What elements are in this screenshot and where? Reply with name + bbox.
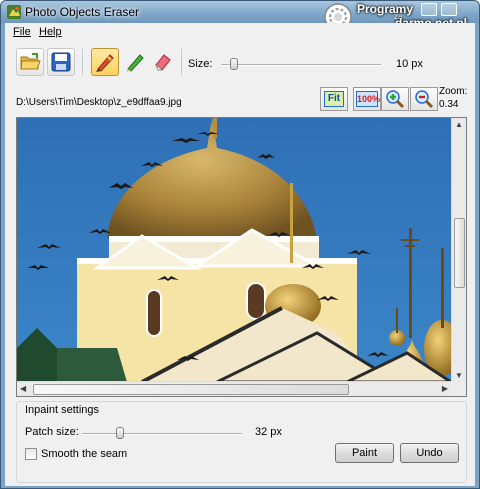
open-folder-icon <box>20 53 41 70</box>
eraser-icon <box>154 54 171 71</box>
size-value: 10 px <box>396 58 423 70</box>
save-button[interactable] <box>47 48 75 76</box>
smooth-seam-label[interactable]: Smooth the seam <box>41 448 127 460</box>
menu-file-label: File <box>13 26 31 38</box>
scroll-up-arrow-icon[interactable]: ▲ <box>455 120 463 129</box>
title-bar[interactable]: Photo Objects Eraser Programy za darmo.n… <box>1 1 479 31</box>
maximize-button[interactable] <box>441 3 457 16</box>
size-slider-thumb[interactable] <box>229 58 238 70</box>
image-canvas[interactable]: ▲ ▼ ◀ ▶ <box>16 117 467 397</box>
eraser-tool-button[interactable] <box>149 48 177 76</box>
inpaint-settings-panel: Inpaint settings Patch size: 32 px Smoot… <box>16 401 467 483</box>
menu-file[interactable]: File <box>13 26 31 38</box>
smooth-seam-checkbox[interactable] <box>25 448 37 460</box>
patch-size-label: Patch size: <box>25 426 79 438</box>
patch-slider-track[interactable] <box>82 433 242 435</box>
size-slider-track[interactable] <box>221 64 381 66</box>
menu-bar: File Help <box>5 23 475 42</box>
zoom-value: 0.34 <box>439 99 459 110</box>
patch-slider-thumb[interactable] <box>116 427 125 439</box>
window-title: Photo Objects Eraser <box>25 5 140 19</box>
app-icon <box>7 5 21 19</box>
green-pencil-icon <box>126 54 144 72</box>
minimize-button[interactable] <box>421 3 437 16</box>
client-area: File Help Size: 10 px D:\Users\Tim\Deskt… <box>5 23 475 486</box>
zoom-fit-label: Fit <box>324 91 344 107</box>
save-disk-icon <box>51 52 71 72</box>
open-button[interactable] <box>16 48 44 76</box>
zoom-fit-button[interactable]: Fit <box>320 87 348 111</box>
pencil-tool-button[interactable] <box>121 48 149 76</box>
toolbar-separator <box>181 49 182 75</box>
horizontal-scrollbar[interactable]: ◀ ▶ <box>17 381 451 396</box>
size-label: Size: <box>188 58 213 70</box>
scroll-corner <box>451 381 466 396</box>
scroll-down-arrow-icon[interactable]: ▼ <box>455 371 463 380</box>
zoom-in-button[interactable] <box>381 87 409 111</box>
file-path: D:\Users\Tim\Desktop\z_e9dffaa9.jpg <box>16 97 182 108</box>
zoom-label: Zoom: <box>439 86 468 97</box>
toolbar-separator <box>82 49 83 75</box>
vertical-scrollbar[interactable]: ▲ ▼ <box>451 118 466 382</box>
undo-button-label: Undo <box>416 447 443 459</box>
zoom-out-button[interactable] <box>410 87 438 111</box>
marker-pen-icon <box>96 54 114 72</box>
menu-help-label: Help <box>39 26 62 38</box>
scroll-right-arrow-icon[interactable]: ▶ <box>442 384 448 393</box>
horizontal-scroll-thumb[interactable] <box>33 384 349 395</box>
paint-button-label: Paint <box>351 447 378 459</box>
inpaint-title: Inpaint settings <box>25 404 99 416</box>
menu-help[interactable]: Help <box>39 26 62 38</box>
watermark-line1: Programy <box>357 2 414 16</box>
undo-button[interactable]: Undo <box>400 443 459 463</box>
zoom-out-icon <box>415 90 434 109</box>
church-photo[interactable] <box>17 118 451 382</box>
zoom-in-icon <box>386 90 405 109</box>
patch-size-value: 32 px <box>255 426 282 438</box>
vertical-scroll-thumb[interactable] <box>454 218 465 288</box>
scroll-left-arrow-icon[interactable]: ◀ <box>20 384 26 393</box>
paint-button[interactable]: Paint <box>335 443 394 463</box>
app-window: Photo Objects Eraser Programy za darmo.n… <box>0 0 480 489</box>
zoom-100-button[interactable]: 100% <box>353 87 381 111</box>
zoom-100-label: 100% <box>356 91 380 107</box>
marker-tool-button[interactable] <box>91 48 119 76</box>
